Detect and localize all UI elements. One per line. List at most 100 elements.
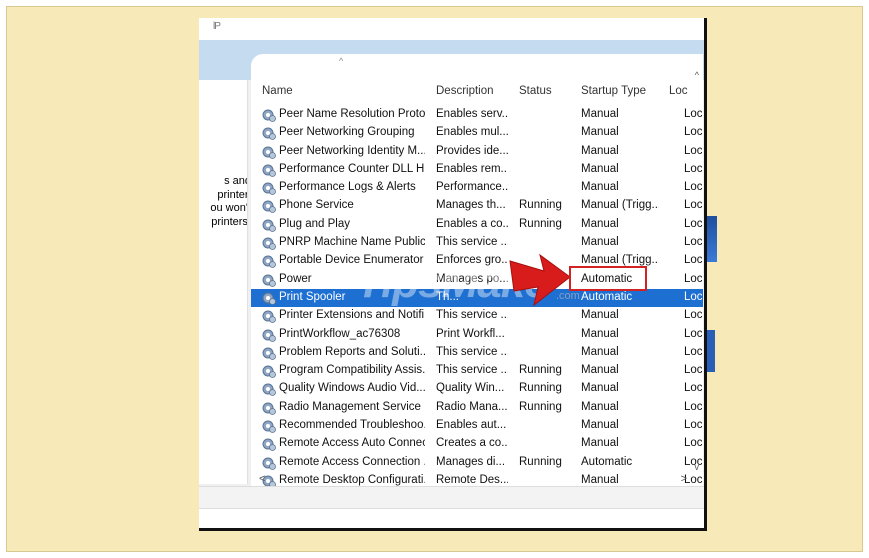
- column-header-startup-type[interactable]: Startup Type: [581, 85, 646, 97]
- service-row[interactable]: Phone Service Manages th... Running Manual …: [251, 197, 703, 215]
- scroll-left-arrow-icon[interactable]: <: [259, 473, 265, 485]
- service-gear-icon: [262, 163, 276, 177]
- service-startup-type: Manual: [581, 108, 619, 120]
- service-log-on-as: Loc: [684, 144, 702, 157]
- service-log-on-as: Loc: [684, 236, 702, 249]
- scroll-right-arrow-icon[interactable]: >: [681, 473, 687, 485]
- service-log-on-as: Loc: [684, 272, 702, 285]
- service-description: Provides ide...: [436, 144, 508, 157]
- service-gear-icon: [262, 126, 276, 141]
- service-gear-icon: [262, 456, 276, 470]
- service-status: Running: [519, 199, 562, 212]
- service-log-on-as: Loc: [684, 364, 702, 377]
- service-description: Enables rem...: [436, 162, 508, 175]
- service-row[interactable]: Peer Networking Identity M... Provides id…: [251, 143, 703, 161]
- service-status: Running: [519, 455, 562, 468]
- service-gear-icon: [262, 145, 276, 159]
- service-row[interactable]: Performance Logs & Alerts Performance... M…: [251, 179, 703, 197]
- service-name: Performance Logs & Alerts: [279, 181, 416, 194]
- service-log-on-as: Loc: [684, 181, 702, 194]
- service-row[interactable]: Performance Counter DLL H... Enables rem.…: [251, 161, 703, 179]
- service-row[interactable]: Printer Extensions and Notifi... This ser…: [251, 307, 703, 325]
- service-name: Quality Windows Audio Vid...: [279, 382, 425, 395]
- service-startup-type: Manual: [581, 400, 619, 413]
- automatic-highlight-box: [569, 266, 647, 291]
- service-description: Print Workfl...: [436, 327, 505, 340]
- service-status: Running: [519, 364, 562, 377]
- service-name: Plug and Play: [279, 217, 350, 230]
- service-name: Peer Networking Grouping: [279, 126, 415, 139]
- status-bar: [199, 508, 704, 528]
- window-title-bar: lP: [199, 18, 704, 40]
- service-row[interactable]: Remote Access Auto Connec... Creates a co…: [251, 435, 703, 453]
- service-row[interactable]: Radio Management Service Radio Mana... Run…: [251, 399, 703, 417]
- service-description: Manages po...: [436, 272, 508, 285]
- sort-indicator-icon: ^: [339, 56, 344, 66]
- service-description: This service ...: [436, 309, 508, 322]
- background-window-edge-lower: [707, 330, 715, 372]
- service-log-on-as: Loc: [684, 217, 702, 230]
- column-header-description[interactable]: Description: [436, 85, 494, 97]
- description-line: ou won't: [210, 202, 248, 214]
- service-gear-icon: [262, 273, 276, 287]
- service-name: Print Spooler: [279, 290, 346, 303]
- service-description: Radio Mana...: [436, 400, 508, 413]
- service-startup-type: Manual: [581, 217, 619, 230]
- service-description: This service ...: [436, 345, 508, 358]
- service-startup-type: Manual (Trigg...: [581, 199, 659, 212]
- horizontal-scrollbar[interactable]: < >: [251, 472, 703, 486]
- service-description: Enables mul...: [436, 126, 508, 139]
- service-gear-icon: [262, 382, 276, 397]
- service-status: Running: [519, 400, 562, 413]
- service-row[interactable]: Remote Access Connection ... Manages di..…: [251, 454, 703, 472]
- service-gear-icon: [262, 419, 276, 433]
- service-log-on-as: Loc: [684, 345, 702, 358]
- service-log-on-as: Loc: [684, 309, 702, 322]
- service-row[interactable]: Peer Networking Grouping Enables mul... Ma…: [251, 124, 703, 142]
- service-row[interactable]: Quality Windows Audio Vid... Quality Win.…: [251, 380, 703, 398]
- service-description: Enforces gro...: [436, 254, 508, 267]
- service-name: Portable Device Enumerator ...: [279, 254, 425, 267]
- red-arrow-icon: [509, 253, 571, 307]
- service-gear-icon: [262, 199, 276, 214]
- service-row[interactable]: Recommended Troubleshoo... Enables aut...…: [251, 417, 703, 435]
- scroll-up-arrow-icon[interactable]: ^: [695, 70, 699, 80]
- service-gear-icon: [262, 346, 276, 360]
- service-startup-type: Manual: [581, 419, 619, 432]
- column-header-log-on-as[interactable]: Loc: [669, 85, 688, 97]
- service-description: This service ...: [436, 236, 508, 249]
- service-gear-icon: [262, 108, 276, 122]
- service-description: Quality Win...: [436, 382, 505, 395]
- service-log-on-as: Loc: [684, 437, 702, 450]
- service-row[interactable]: Problem Reports and Soluti... This servic…: [251, 344, 703, 362]
- service-description: This service ...: [436, 364, 508, 377]
- service-startup-type: Manual (Trigg...: [581, 254, 659, 267]
- service-row[interactable]: PNRP Machine Name Public... This service …: [251, 234, 703, 252]
- scroll-down-arrow-icon[interactable]: v: [695, 462, 700, 472]
- service-log-on-as: Loc: [684, 382, 702, 395]
- service-row[interactable]: Peer Name Resolution Proto... Enables ser…: [251, 106, 703, 124]
- service-gear-icon: [262, 364, 276, 379]
- service-name: Remote Access Auto Connec...: [279, 437, 425, 450]
- description-line: printer.: [217, 188, 248, 201]
- service-startup-type: Manual: [581, 364, 619, 377]
- service-row[interactable]: Program Compatibility Assis... This servi…: [251, 362, 703, 380]
- service-description: Th...: [436, 290, 460, 303]
- service-row[interactable]: Print Spooler Th... Automatic Loc: [251, 288, 703, 308]
- service-row[interactable]: PrintWorkflow_ac76308 Print Workfl... Manu…: [251, 326, 703, 344]
- service-startup-type: Automatic: [581, 290, 633, 303]
- service-row[interactable]: Plug and Play Enables a co... Running Manua…: [251, 216, 703, 234]
- service-startup-type: Manual: [581, 382, 619, 395]
- service-log-on-as: Loc: [684, 290, 702, 303]
- service-log-on-as: Loc: [684, 108, 702, 120]
- service-gear-icon: [262, 236, 276, 250]
- service-name: Peer Name Resolution Proto...: [279, 108, 425, 120]
- column-header-status[interactable]: Status: [519, 85, 552, 97]
- service-description: Enables serv...: [436, 108, 508, 120]
- column-header-name[interactable]: Name: [262, 85, 293, 97]
- service-startup-type: Automatic: [581, 455, 633, 468]
- service-name: PrintWorkflow_ac76308: [279, 327, 401, 340]
- service-gear-icon: [262, 401, 276, 415]
- service-description: Creates a co...: [436, 437, 508, 450]
- service-description-text: s andprinter.ou won'tprinters.: [199, 175, 248, 229]
